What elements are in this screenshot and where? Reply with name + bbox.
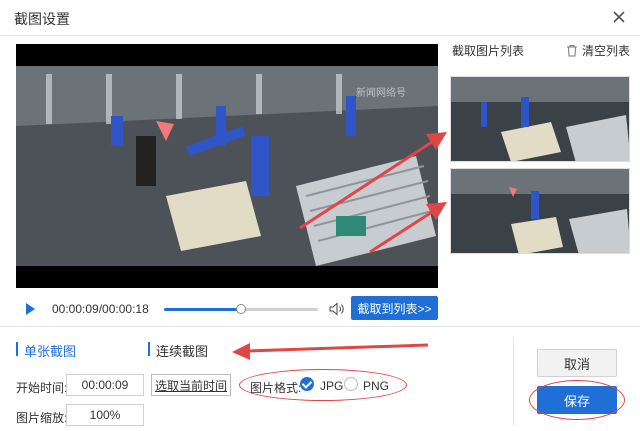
- video-watermark: 新闻网络号: [356, 88, 406, 99]
- seek-bar-fill: [164, 308, 241, 311]
- timecode: 00:00:09/00:00:18: [52, 302, 149, 316]
- format-png-radio[interactable]: [344, 377, 358, 391]
- divider: [513, 337, 514, 425]
- trash-icon: [566, 44, 577, 56]
- format-png-label[interactable]: PNG: [363, 379, 389, 393]
- window-title: 截图设置: [14, 11, 70, 27]
- pick-current-time-button[interactable]: 选取当前时间: [151, 374, 231, 396]
- clear-list-label: 清空列表: [581, 43, 630, 58]
- video-preview[interactable]: 新闻网络号: [16, 44, 438, 288]
- capture-list-title: 截取图片列表: [452, 44, 525, 58]
- player-controls: 00:00:09/00:00:18 截取到列表>>: [16, 296, 438, 322]
- annotation-oval: [529, 380, 625, 420]
- volume-icon[interactable]: [329, 302, 345, 316]
- format-jpg-radio[interactable]: [300, 377, 314, 391]
- seek-handle[interactable]: [236, 304, 246, 314]
- capture-thumbnail[interactable]: [450, 168, 630, 254]
- scale-label: 图片缩放:: [16, 411, 68, 425]
- divider: [0, 326, 640, 327]
- thumbnail-image: [451, 77, 629, 161]
- capture-thumbnail[interactable]: [450, 76, 630, 162]
- format-jpg-label[interactable]: JPG: [320, 379, 343, 393]
- arrow-to-continuous-tab: [232, 343, 429, 360]
- clear-list-button[interactable]: 清空列表: [566, 40, 630, 60]
- title-bar: 截图设置: [0, 0, 640, 36]
- start-time-field[interactable]: 00:00:09: [66, 374, 144, 396]
- capture-to-list-button[interactable]: 截取到列表>>: [351, 296, 438, 320]
- start-time-label: 开始时间:: [16, 381, 68, 395]
- seek-bar[interactable]: [164, 304, 318, 314]
- tab-continuous-capture[interactable]: 连续截图: [148, 341, 208, 360]
- cancel-button[interactable]: 取消: [537, 349, 617, 377]
- scale-field[interactable]: 100%: [66, 404, 144, 426]
- play-icon[interactable]: [26, 303, 35, 315]
- capture-list-header: 截取图片列表 清空列表: [452, 40, 630, 60]
- format-label: 图片格式:: [250, 381, 302, 395]
- thumbnail-image: [451, 169, 629, 253]
- tab-single-capture[interactable]: 单张截图: [16, 341, 76, 360]
- close-icon[interactable]: [610, 8, 628, 26]
